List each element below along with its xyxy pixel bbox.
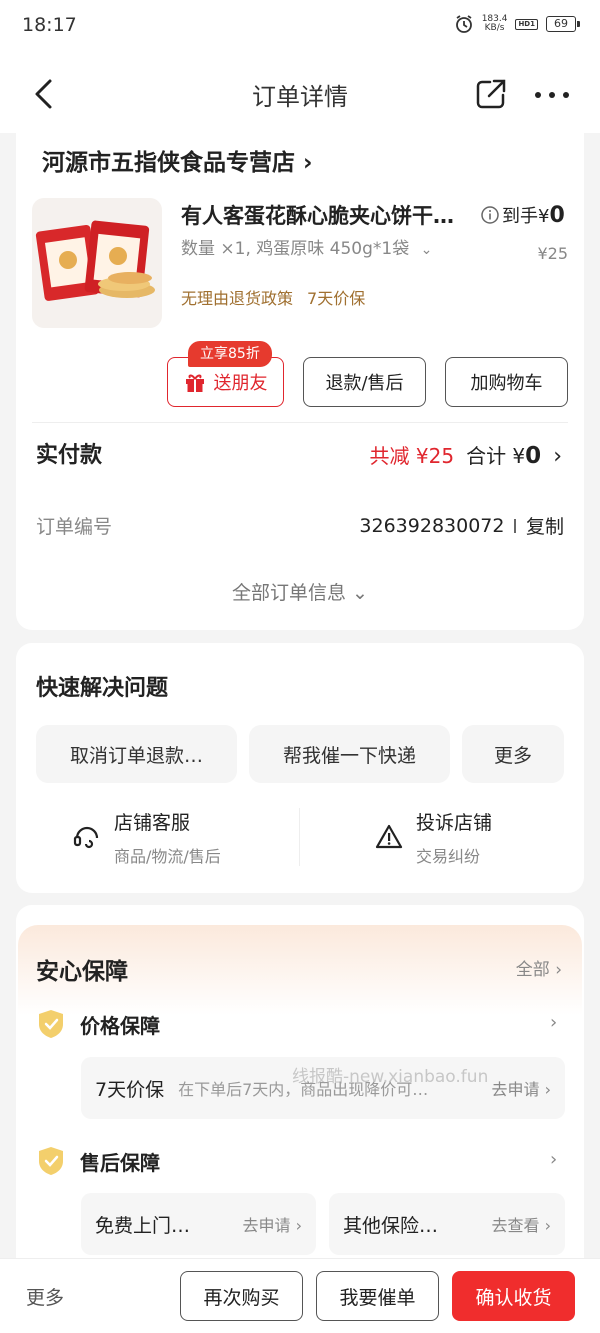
warning-icon <box>375 824 403 849</box>
paid-label: 实付款 <box>36 443 103 468</box>
apply-link[interactable]: 去申请 › <box>243 1212 303 1236</box>
add-to-cart-button[interactable]: 加购物车 <box>445 357 568 407</box>
product-image[interactable] <box>32 198 162 328</box>
discount-total: 共减 ¥25 <box>369 444 455 468</box>
copy-button[interactable]: 复制 <box>526 512 564 539</box>
complain-sub: 交易纠纷 <box>416 847 481 866</box>
order-number-label: 订单编号 <box>36 516 113 538</box>
share-icon[interactable] <box>474 77 508 111</box>
divider <box>32 422 568 423</box>
guarantee-all-link[interactable]: 全部 › <box>516 955 562 980</box>
final-price-value: 0 <box>549 203 565 228</box>
after-sale-guarantee-row[interactable]: 售后保障 <box>36 1145 160 1177</box>
hd-icon: HD1 <box>515 18 538 30</box>
free-pickup-item[interactable]: 免费上门… 去申请 › <box>81 1193 316 1255</box>
product-package-icon <box>35 220 155 301</box>
order-number: 326392830072 <box>359 514 505 537</box>
other-insurance-title: 其他保险… <box>343 1214 439 1237</box>
discount-badge: 立享85折 <box>188 341 272 367</box>
headset-icon <box>73 826 99 849</box>
separator <box>514 518 516 533</box>
alarm-icon <box>455 15 472 33</box>
more-link[interactable]: 更多 <box>26 1283 64 1310</box>
free-pickup-title: 免费上门… <box>95 1214 191 1237</box>
product-spec-text: 数量 ×1, 鸡蛋原味 450g*1袋 <box>181 239 410 259</box>
shop-service-sub: 商品/物流/售后 <box>114 847 221 866</box>
tag-price-protect[interactable]: 7天价保 <box>307 285 365 309</box>
final-price: 到手¥0 <box>502 202 565 228</box>
cancel-refund-pill[interactable]: 取消订单退款… <box>36 725 237 783</box>
chevron-right-icon[interactable]: › <box>550 1012 557 1033</box>
network-speed: 183.4 KB/s <box>482 15 508 33</box>
price-guarantee-row[interactable]: 价格保障 <box>36 1008 160 1040</box>
shield-check-icon <box>39 1010 63 1038</box>
gift-label: 送朋友 <box>213 373 268 394</box>
urge-delivery-pill[interactable]: 帮我催一下快递 <box>249 725 450 783</box>
apply-link[interactable]: 去申请 › <box>492 1076 552 1100</box>
status-time: 18:17 <box>22 14 77 36</box>
page-title: 订单详情 <box>252 83 348 111</box>
confirm-receipt-button[interactable]: 确认收货 <box>452 1271 575 1321</box>
shield-check-icon <box>39 1147 63 1175</box>
speed-unit: KB/s <box>484 23 505 33</box>
gift-icon <box>185 374 204 392</box>
shop-service-title: 店铺客服 <box>114 812 191 834</box>
refund-button[interactable]: 退款/售后 <box>303 357 426 407</box>
payment-summary[interactable]: 共减 ¥25 合计 ¥0 › <box>370 440 562 469</box>
order-number-row: 326392830072 复制 <box>359 512 564 539</box>
tag-return-policy[interactable]: 无理由退货政策 <box>181 285 293 309</box>
more-dots-icon[interactable] <box>532 85 572 105</box>
info-icon[interactable] <box>480 205 500 225</box>
payment-total: 合计 ¥0 <box>466 440 541 469</box>
price-guarantee-title: 价格保障 <box>80 1013 160 1038</box>
urge-order-button[interactable]: 我要催单 <box>316 1271 439 1321</box>
shop-name-link[interactable]: 河源市五指侠食品专营店 › <box>42 143 313 177</box>
rebuy-button[interactable]: 再次购买 <box>180 1271 303 1321</box>
more-pill[interactable]: 更多 <box>462 725 564 783</box>
price-protect-title: 7天价保 <box>95 1078 165 1101</box>
shop-service-entry[interactable]: 店铺客服商品/物流/售后 <box>72 808 221 867</box>
other-insurance-item[interactable]: 其他保险… 去查看 › <box>329 1193 565 1255</box>
final-price-label: 到手¥ <box>502 206 550 227</box>
after-sale-title: 售后保障 <box>80 1150 160 1175</box>
total-label: 合计 ¥ <box>466 444 526 468</box>
view-link[interactable]: 去查看 › <box>492 1212 552 1236</box>
product-tags: 无理由退货政策 7天价保 <box>181 285 365 309</box>
chevron-down-icon: ⌄ <box>420 242 433 258</box>
complain-title: 投诉店铺 <box>416 812 493 834</box>
status-icons: 183.4 KB/s HD1 69 <box>454 14 580 34</box>
product-spec[interactable]: 数量 ×1, 鸡蛋原味 450g*1袋 ⌄ <box>181 234 432 259</box>
chevron-right-icon[interactable]: › <box>550 1149 557 1170</box>
guarantee-title: 安心保障 <box>36 959 128 985</box>
total-value: 0 <box>525 443 542 469</box>
quick-help-title: 快速解决问题 <box>36 676 169 701</box>
watermark: 线报酷-new.xianbao.fun <box>292 1067 489 1087</box>
original-price: ¥25 <box>537 244 568 263</box>
divider <box>299 808 300 866</box>
battery-indicator: 69 <box>546 16 580 32</box>
all-order-info-toggle[interactable]: 全部订单信息 ⌄ <box>0 578 600 605</box>
complain-shop-entry[interactable]: 投诉店铺 交易纠纷 <box>374 808 492 867</box>
product-name[interactable]: 有人客蛋花酥心脆夹心饼干零食 <box>181 200 461 230</box>
chevron-right-icon: › <box>553 444 562 469</box>
nav-bar: 订单详情 <box>0 55 600 133</box>
